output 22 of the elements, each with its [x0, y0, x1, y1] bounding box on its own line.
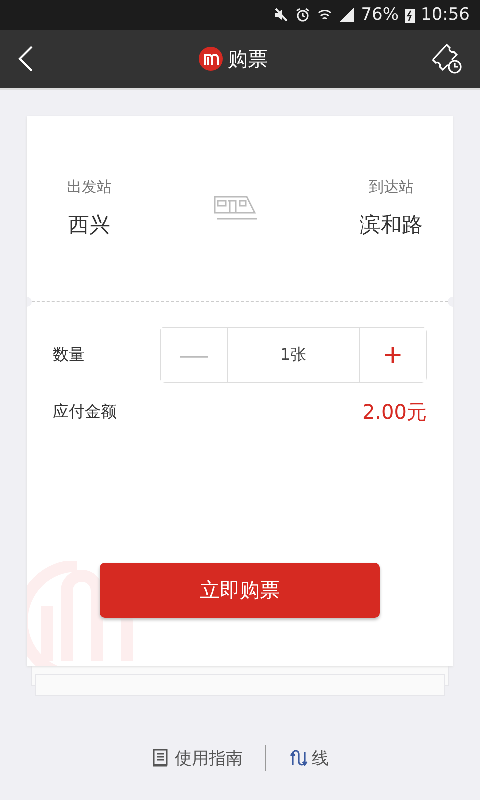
- departure-station[interactable]: 西兴: [68, 211, 110, 239]
- train-icon: [213, 194, 259, 222]
- mute-icon: [273, 7, 290, 23]
- signal-icon: [339, 7, 356, 23]
- amount-label: 应付金额: [53, 402, 117, 423]
- route-link[interactable]: 线: [288, 746, 329, 770]
- alarm-icon: [295, 7, 312, 23]
- departure-label: 出发站: [67, 178, 112, 197]
- buy-button[interactable]: 立即购票: [100, 563, 380, 618]
- clock-time: 10:56: [421, 5, 470, 25]
- ticket-clock-icon[interactable]: [430, 42, 464, 76]
- logo-icon: [198, 46, 224, 72]
- route-arrows-icon: [288, 748, 308, 768]
- amount-value: 2.00元: [362, 399, 427, 426]
- arrival-label: 到达站: [369, 178, 414, 197]
- scroll-icon: [151, 748, 171, 768]
- arrival-station[interactable]: 滨和路: [360, 211, 423, 239]
- page-title: 购票: [228, 46, 268, 72]
- quantity-label: 数量: [53, 344, 85, 366]
- guide-link[interactable]: 使用指南: [151, 746, 243, 770]
- battery-icon: [405, 7, 415, 23]
- battery-level: 76%: [361, 5, 399, 25]
